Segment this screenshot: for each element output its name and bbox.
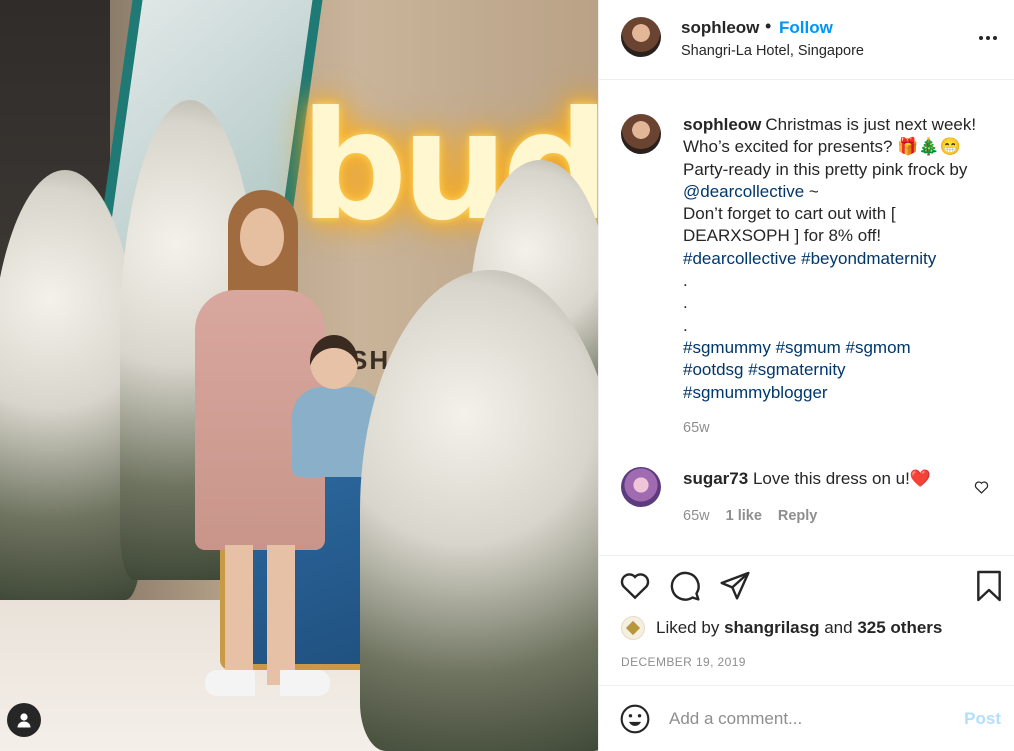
heart-icon[interactable]: [619, 570, 651, 605]
liked-by-prefix: Liked by: [656, 618, 720, 637]
emoji-icon[interactable]: [619, 703, 651, 740]
caption-timestamp[interactable]: 65w: [683, 420, 710, 436]
more-options-icon[interactable]: [975, 26, 1001, 50]
christmas-tree: [360, 270, 598, 751]
add-comment-bar: Post: [599, 685, 1014, 751]
caption-mention-suffix: ~: [804, 181, 819, 201]
comment-icon[interactable]: [669, 570, 701, 607]
comment-text: Love this dress on u!❤️: [752, 469, 931, 488]
caption-username[interactable]: sophleow: [683, 115, 761, 134]
caption-dot: .: [683, 293, 688, 313]
action-bar: [599, 556, 1014, 616]
hashtag-link[interactable]: #ootdsg: [683, 360, 744, 379]
follow-button[interactable]: Follow: [779, 18, 833, 38]
comment-likes-count[interactable]: 1 like: [726, 508, 762, 524]
comment-heart-icon[interactable]: [974, 480, 989, 499]
bookmark-icon[interactable]: [975, 570, 1003, 607]
avatar[interactable]: [621, 17, 661, 57]
comment-input[interactable]: [669, 706, 949, 732]
user-tag-icon[interactable]: [7, 703, 41, 737]
caption-line-3: Party-ready in this pretty pink frock by: [683, 159, 968, 179]
liked-by-user[interactable]: shangrilasg: [724, 618, 819, 638]
post-photo[interactable]: buds SHANGRI-L: [0, 0, 598, 751]
hashtag-link[interactable]: #sgmaternity: [748, 360, 845, 379]
post-button[interactable]: Post: [964, 709, 1001, 729]
hashtag-link[interactable]: #beyondmaternity: [801, 249, 936, 268]
hashtag-link[interactable]: #sgmom: [846, 338, 911, 357]
caption-line-6: DEARXSOPH ] for 8% off!: [683, 226, 882, 246]
commenter-username[interactable]: sugar73: [683, 469, 748, 488]
caption-line-2: Who’s excited for presents? 🎁🎄😁: [683, 137, 961, 157]
commenter-avatar[interactable]: [621, 467, 661, 507]
share-icon[interactable]: [719, 570, 751, 605]
mention-link[interactable]: @dearcollective: [683, 182, 804, 201]
reply-button[interactable]: Reply: [778, 508, 818, 524]
liked-by-joiner: and: [824, 618, 853, 637]
hashtag-link[interactable]: #sgmum: [776, 338, 841, 357]
likes-summary: Liked by shangrilasg and 325 others: [621, 616, 942, 640]
post-panel: sophleow • Follow Shangri-La Hotel, Sing…: [598, 0, 1014, 751]
comment-timestamp[interactable]: 65w: [683, 508, 710, 524]
caption-line-1: Christmas is just next week!: [765, 115, 977, 134]
liker-avatar[interactable]: [621, 616, 645, 640]
hashtag-link[interactable]: #sgmummyblogger: [683, 383, 828, 402]
hashtag-link[interactable]: #dearcollective: [683, 249, 796, 268]
separator: •: [765, 16, 772, 36]
comments-area[interactable]: sophleow Christmas is just next week! Who…: [599, 80, 1014, 556]
caption-dot: .: [683, 315, 688, 335]
comment-meta: 65w 1 like Reply: [683, 508, 817, 524]
post-date[interactable]: December 19, 2019: [621, 655, 746, 669]
post-username[interactable]: sophleow: [681, 18, 759, 38]
post-header: sophleow • Follow Shangri-La Hotel, Sing…: [599, 0, 1014, 80]
caption-dot: .: [683, 271, 688, 291]
caption-line-5: Don’t forget to cart out with [: [683, 204, 896, 224]
liked-by-others[interactable]: 325 others: [857, 618, 942, 638]
comment-item: sugar73 Love this dress on u!❤️: [683, 469, 931, 489]
post-location[interactable]: Shangri-La Hotel, Singapore: [681, 43, 864, 59]
post-caption: sophleow Christmas is just next week! Who…: [683, 114, 1001, 404]
caption-avatar[interactable]: [621, 114, 661, 154]
hashtag-link[interactable]: #sgmummy: [683, 338, 771, 357]
